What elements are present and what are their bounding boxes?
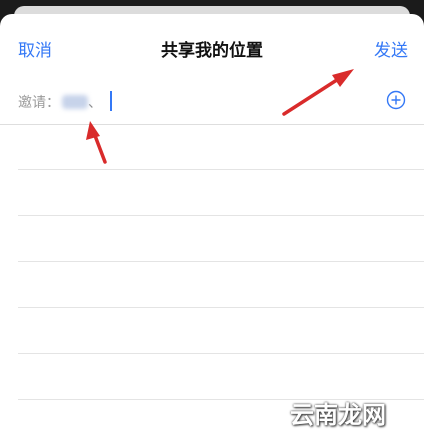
ruled-line [18,215,424,216]
redacted-recipient-name [62,95,88,109]
send-button[interactable]: 发送 [374,36,408,61]
share-location-sheet: 取消 共享我的位置 发送 邀请： 、 [0,14,424,437]
ruled-line [18,169,424,170]
add-contact-button[interactable] [386,90,406,110]
text-caret [110,91,112,111]
recipient-token[interactable]: 、 [62,92,102,112]
recipient-separator: 、 [88,95,102,111]
invite-label: 邀请： [18,95,60,111]
invite-row: 邀请： 、 [0,80,424,125]
recipient-input[interactable] [108,88,368,114]
page-title: 共享我的位置 [161,41,263,61]
navigation-bar: 取消 共享我的位置 发送 [0,14,424,80]
ruled-line [18,307,424,308]
ruled-line [18,353,424,354]
watermark-logo: 云南龙网 [290,401,386,429]
message-area [0,125,424,437]
ruled-line [18,261,424,262]
plus-circle-icon [386,90,406,110]
